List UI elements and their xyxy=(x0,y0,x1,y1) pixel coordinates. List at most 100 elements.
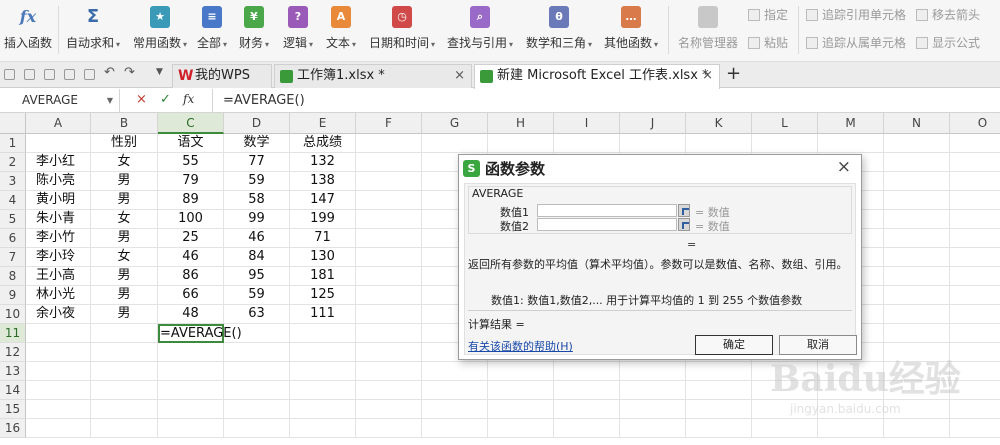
column-header-e[interactable]: E xyxy=(290,113,356,134)
row-header-9[interactable]: 9 xyxy=(0,286,26,305)
cell-k16[interactable] xyxy=(686,419,752,438)
cell-d16[interactable] xyxy=(224,419,290,438)
cell-n8[interactable] xyxy=(884,267,950,286)
cell-e10[interactable]: 111 xyxy=(290,305,356,324)
cell-d1[interactable]: 数学 xyxy=(224,134,290,153)
tab-workbook1[interactable]: 工作簿1.xlsx * × xyxy=(274,64,472,88)
cell-e8[interactable]: 181 xyxy=(290,267,356,286)
row-header-3[interactable]: 3 xyxy=(0,172,26,191)
cell-f11[interactable] xyxy=(356,324,422,343)
cell-a13[interactable] xyxy=(26,362,91,381)
cell-l16[interactable] xyxy=(752,419,818,438)
cell-n1[interactable] xyxy=(884,134,950,153)
cell-b15[interactable] xyxy=(91,400,158,419)
cell-a5[interactable]: 朱小青 xyxy=(26,210,91,229)
cell-a2[interactable]: 李小红 xyxy=(26,153,91,172)
cell-d8[interactable]: 95 xyxy=(224,267,290,286)
row-header-13[interactable]: 13 xyxy=(0,362,26,381)
close-tab-icon[interactable]: × xyxy=(702,65,713,87)
cell-b13[interactable] xyxy=(91,362,158,381)
cell-f14[interactable] xyxy=(356,381,422,400)
cell-b1[interactable]: 性别 xyxy=(91,134,158,153)
cell-f10[interactable] xyxy=(356,305,422,324)
cell-a4[interactable]: 黄小明 xyxy=(26,191,91,210)
cell-f12[interactable] xyxy=(356,343,422,362)
cell-c1[interactable]: 语文 xyxy=(158,134,224,153)
cell-d7[interactable]: 84 xyxy=(224,248,290,267)
undo-icon[interactable]: ↶ xyxy=(104,65,115,80)
cell-f6[interactable] xyxy=(356,229,422,248)
cell-i14[interactable] xyxy=(554,381,620,400)
cell-k13[interactable] xyxy=(686,362,752,381)
cell-e1[interactable]: 总成绩 xyxy=(290,134,356,153)
cell-b8[interactable]: 男 xyxy=(91,267,158,286)
print-icon[interactable] xyxy=(64,69,75,80)
tab-my-wps[interactable]: W 我的WPS xyxy=(172,64,272,88)
cell-m1[interactable] xyxy=(818,134,884,153)
cell-e15[interactable] xyxy=(290,400,356,419)
remove-arrows-button[interactable]: 移去箭头 xyxy=(916,6,980,26)
range-select-icon[interactable] xyxy=(678,218,690,231)
cell-n11[interactable] xyxy=(884,324,950,343)
row-header-6[interactable]: 6 xyxy=(0,229,26,248)
cell-o11[interactable] xyxy=(950,324,1000,343)
cell-o6[interactable] xyxy=(950,229,1000,248)
cell-d14[interactable] xyxy=(224,381,290,400)
column-header-h[interactable]: H xyxy=(488,113,554,134)
cell-f2[interactable] xyxy=(356,153,422,172)
cell-b16[interactable] xyxy=(91,419,158,438)
column-header-c[interactable]: C xyxy=(158,113,224,134)
cell-d4[interactable]: 58 xyxy=(224,191,290,210)
cell-a1[interactable] xyxy=(26,134,91,153)
cell-i16[interactable] xyxy=(554,419,620,438)
cell-g16[interactable] xyxy=(422,419,488,438)
close-icon[interactable]: × xyxy=(837,157,851,177)
cell-e13[interactable] xyxy=(290,362,356,381)
cell-d12[interactable] xyxy=(224,343,290,362)
cell-o2[interactable] xyxy=(950,153,1000,172)
arg-input-1[interactable] xyxy=(537,204,677,217)
cell-c9[interactable]: 66 xyxy=(158,286,224,305)
cell-f9[interactable] xyxy=(356,286,422,305)
cell-h13[interactable] xyxy=(488,362,554,381)
cell-c14[interactable] xyxy=(158,381,224,400)
column-header-a[interactable]: A xyxy=(26,113,91,134)
fx-icon[interactable]: fx xyxy=(183,92,194,106)
chevron-down-icon[interactable]: ▼ xyxy=(107,89,113,112)
formula-input[interactable]: =AVERAGE() xyxy=(212,89,1000,112)
cell-c8[interactable]: 86 xyxy=(158,267,224,286)
cell-a16[interactable] xyxy=(26,419,91,438)
cell-f13[interactable] xyxy=(356,362,422,381)
column-header-k[interactable]: K xyxy=(686,113,752,134)
cell-f5[interactable] xyxy=(356,210,422,229)
cell-a9[interactable]: 林小光 xyxy=(26,286,91,305)
cell-d13[interactable] xyxy=(224,362,290,381)
cell-g14[interactable] xyxy=(422,381,488,400)
cell-k15[interactable] xyxy=(686,400,752,419)
confirm-edit-icon[interactable]: ✓ xyxy=(160,92,171,107)
cell-h1[interactable] xyxy=(488,134,554,153)
cell-e11[interactable] xyxy=(290,324,356,343)
range-select-icon[interactable] xyxy=(678,204,690,217)
cell-e6[interactable]: 71 xyxy=(290,229,356,248)
trace-precedents-button[interactable]: 追踪引用单元格 xyxy=(806,6,906,26)
cell-c13[interactable] xyxy=(158,362,224,381)
cell-i13[interactable] xyxy=(554,362,620,381)
insert-function-button[interactable]: fx 插入函数 xyxy=(2,4,54,58)
cell-a12[interactable] xyxy=(26,343,91,362)
cell-c10[interactable]: 48 xyxy=(158,305,224,324)
cell-c16[interactable] xyxy=(158,419,224,438)
open-icon[interactable] xyxy=(4,69,15,80)
cell-d9[interactable]: 59 xyxy=(224,286,290,305)
cell-n4[interactable] xyxy=(884,191,950,210)
cell-d6[interactable]: 46 xyxy=(224,229,290,248)
cell-a6[interactable]: 李小竹 xyxy=(26,229,91,248)
new-tab-plus-icon[interactable]: + xyxy=(726,63,741,84)
cell-n9[interactable] xyxy=(884,286,950,305)
cell-n5[interactable] xyxy=(884,210,950,229)
name-manager-button[interactable]: 名称管理器 xyxy=(676,4,740,58)
cell-h16[interactable] xyxy=(488,419,554,438)
cell-f7[interactable] xyxy=(356,248,422,267)
cell-f3[interactable] xyxy=(356,172,422,191)
cell-a7[interactable]: 李小玲 xyxy=(26,248,91,267)
